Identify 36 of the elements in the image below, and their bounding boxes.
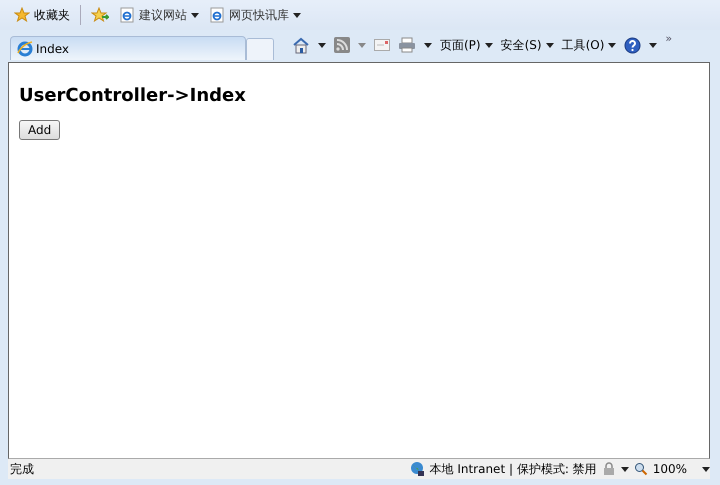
add-favorite-star-icon[interactable] [91, 7, 109, 23]
dropdown-caret-icon[interactable] [191, 12, 199, 18]
browser-tab[interactable]: Index [10, 36, 246, 60]
dropdown-caret-icon[interactable] [620, 466, 629, 472]
home-icon[interactable] [292, 36, 310, 54]
dropdown-caret-icon[interactable] [608, 42, 616, 48]
lock-icon[interactable] [602, 462, 616, 476]
command-menu[interactable]: 页面(P) [440, 36, 481, 54]
dropdown-caret-icon[interactable] [424, 42, 432, 48]
mail-icon[interactable] [374, 39, 390, 51]
zoom-icon[interactable] [634, 462, 648, 476]
dropdown-caret-icon[interactable] [484, 42, 493, 48]
dropdown-caret-icon[interactable] [293, 12, 301, 18]
globe-icon [408, 461, 424, 477]
add-button[interactable]: Add [19, 120, 60, 140]
command-menu[interactable]: 工具(O) [562, 36, 604, 54]
help-icon[interactable] [624, 36, 642, 54]
dropdown-caret-icon[interactable] [649, 42, 658, 48]
dropdown-caret-icon[interactable] [702, 466, 710, 472]
dropdown-caret-icon[interactable] [318, 42, 326, 48]
web-page-icon [119, 7, 135, 23]
status-text: 完成 [10, 460, 34, 478]
command-menu[interactable]: 安全(S) [500, 36, 542, 54]
overflow-chevron[interactable]: » [665, 32, 672, 45]
star-icon [14, 7, 30, 23]
favorites-link[interactable]: 建议网站 [119, 6, 199, 24]
printer-icon[interactable] [398, 37, 416, 53]
globe-e-icon [17, 40, 33, 56]
favorites-button[interactable]: 收藏夹 [14, 6, 70, 24]
zoom-level[interactable]: 100% [652, 462, 687, 476]
security-zone-text[interactable]: 本地 Intranet | 保护模式: 禁用 [430, 460, 597, 478]
page-heading: UserController->Index [19, 85, 247, 106]
rss-feed-icon[interactable] [334, 37, 350, 53]
web-page-icon [209, 7, 225, 23]
dropdown-caret-icon[interactable] [546, 42, 554, 48]
favorites-link[interactable]: 网页快讯库 [209, 6, 301, 24]
